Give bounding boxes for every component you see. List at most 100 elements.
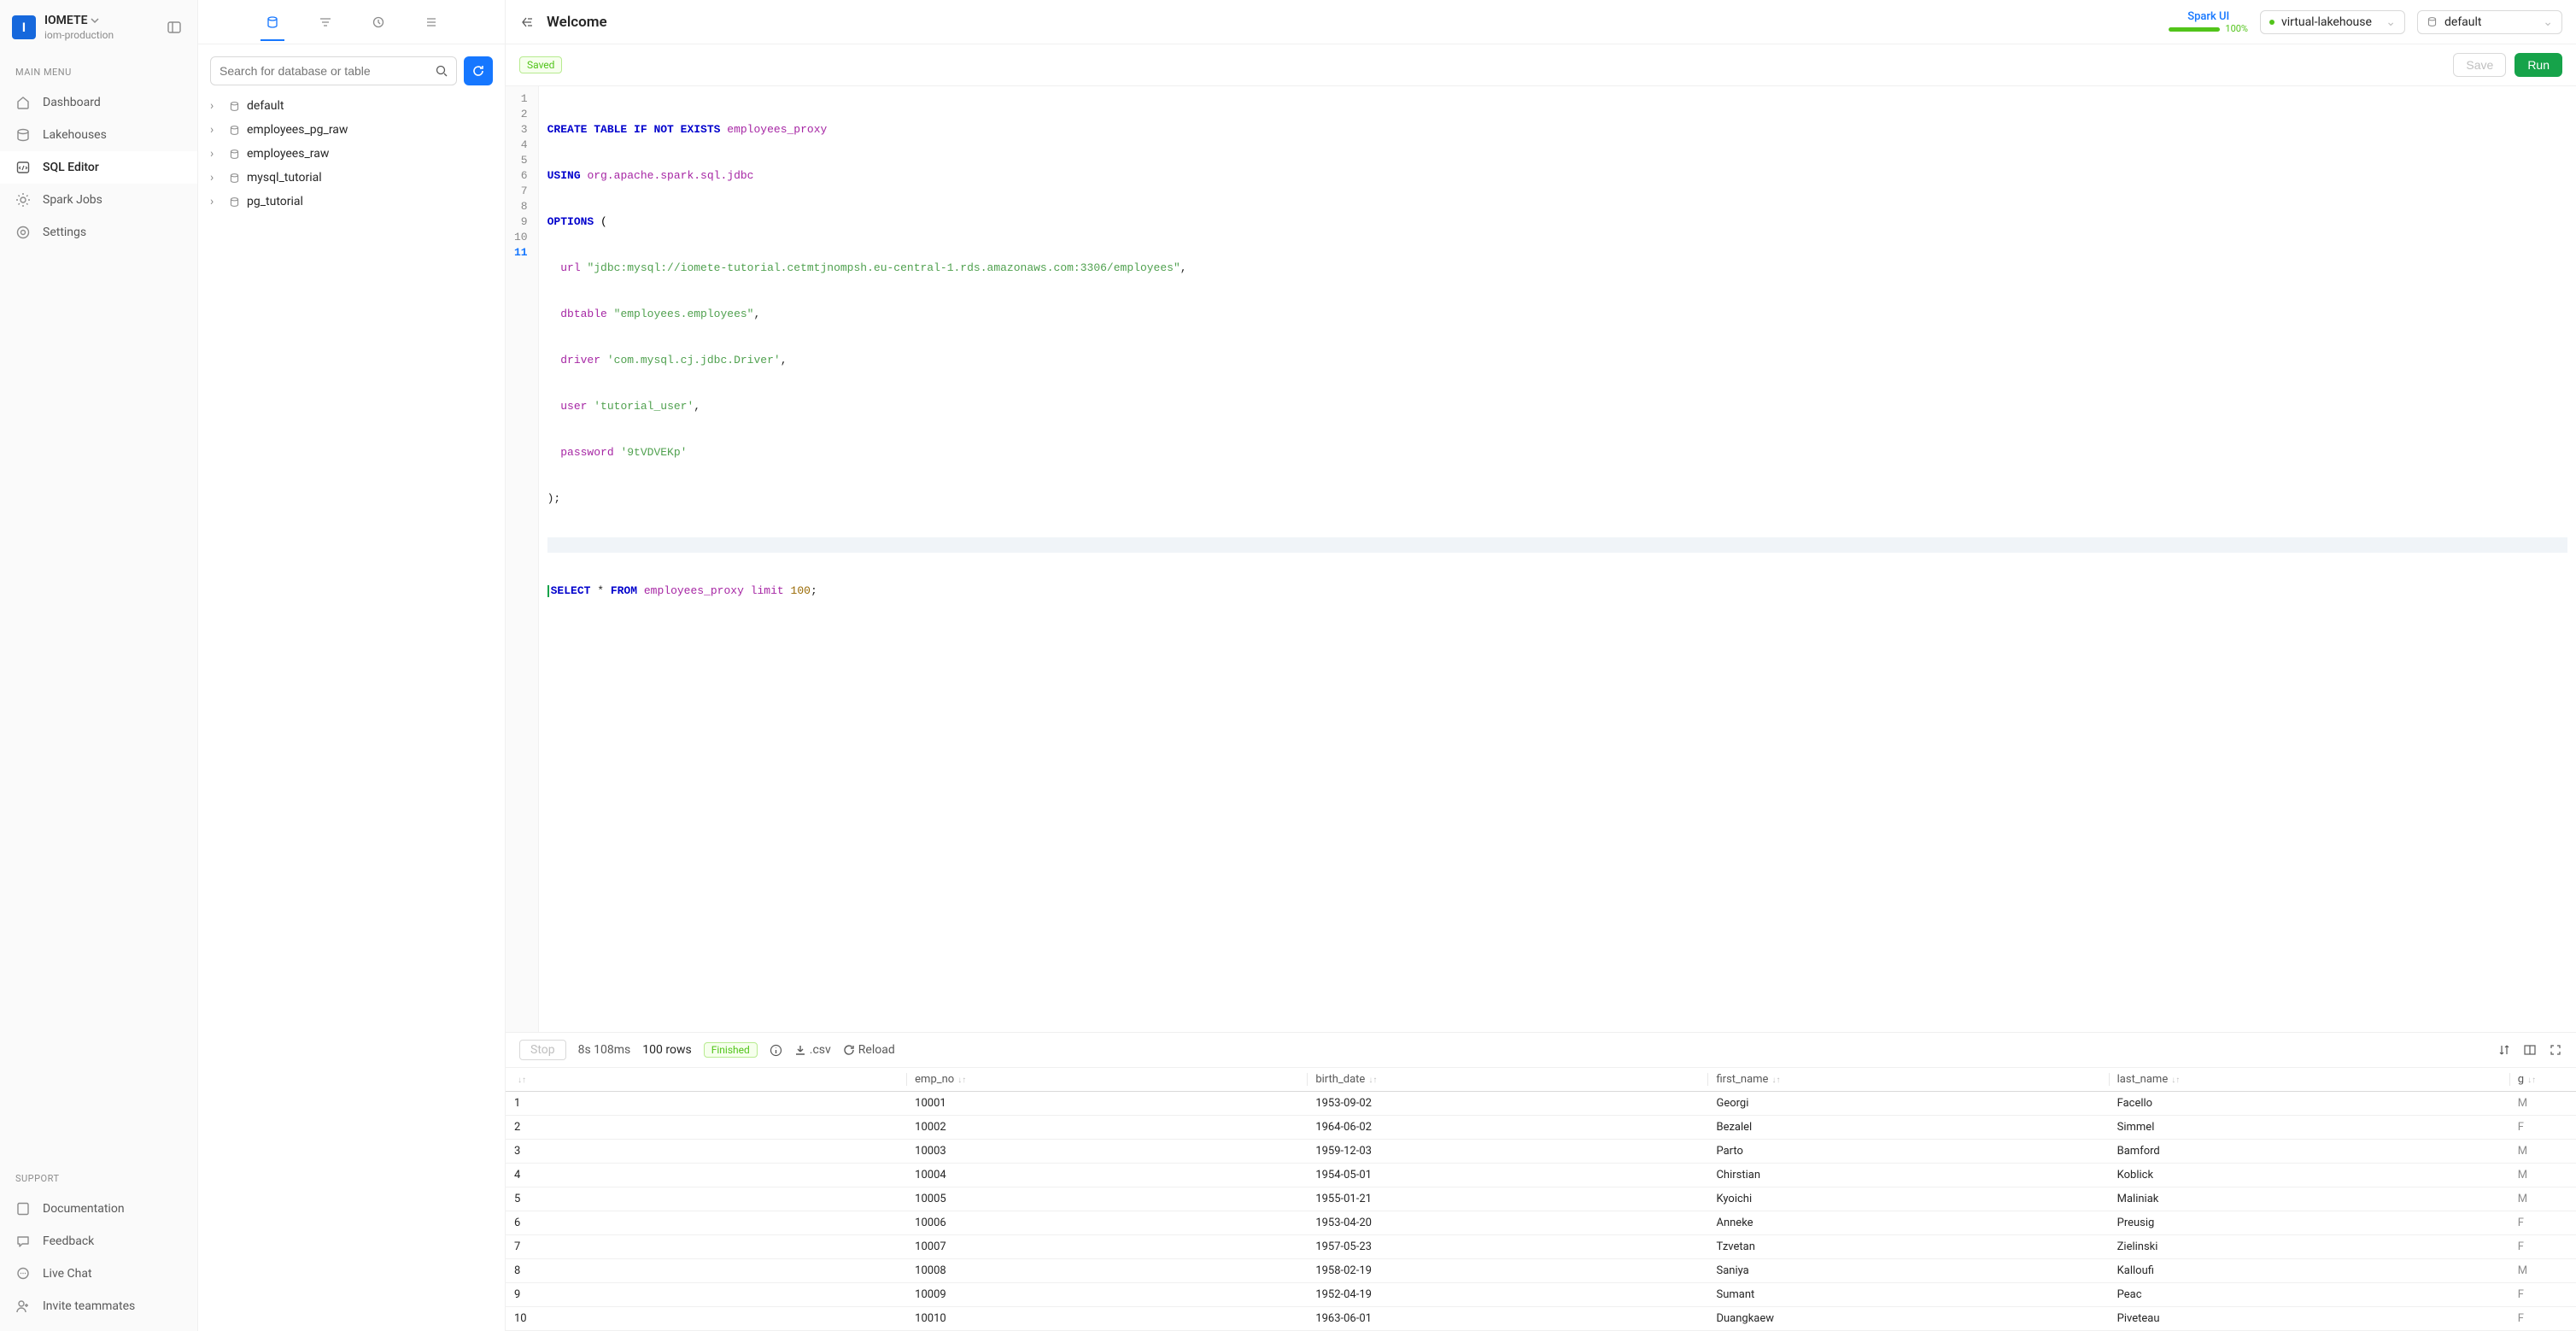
tree-item-label: mysql_tutorial <box>247 171 322 185</box>
database-icon <box>2427 16 2438 27</box>
sidebar-item-lakehouses[interactable]: Lakehouses <box>0 119 197 151</box>
sidebar-item-spark-jobs[interactable]: Spark Jobs <box>0 184 197 216</box>
sort-icon: ↓↑ <box>518 1076 526 1085</box>
table-cell: M <box>2509 1140 2576 1164</box>
browser-tab-list[interactable] <box>419 3 443 41</box>
code-editor[interactable]: 1⌄234567891011 CREATE TABLE IF NOT EXIST… <box>506 86 2576 1032</box>
sort-icon: ↓↑ <box>2171 1076 2180 1085</box>
editor-topbar: Welcome Spark UI 100% virtual-lakehouse … <box>506 0 2576 44</box>
editor-actions: Saved Save Run <box>506 44 2576 86</box>
sort-icon[interactable] <box>2497 1043 2511 1057</box>
info-icon[interactable] <box>770 1044 782 1057</box>
sidebar-item-invite[interactable]: Invite teammates <box>0 1290 197 1322</box>
sidebar-item-live-chat[interactable]: Live Chat <box>0 1258 197 1290</box>
spark-ui-link[interactable]: Spark UI 100% <box>2169 10 2248 34</box>
table-row[interactable]: 3100031959-12-03PartoBamfordM <box>506 1140 2576 1164</box>
browser-tab-databases[interactable] <box>261 3 284 41</box>
reload-icon <box>843 1044 855 1056</box>
column-header[interactable]: emp_no↓↑ <box>906 1068 1307 1092</box>
schema-browser: ›default›employees_pg_raw›employees_raw›… <box>198 0 506 1331</box>
browser-search-input[interactable] <box>220 64 436 78</box>
table-cell: M <box>2509 1092 2576 1116</box>
column-header[interactable]: g↓↑ <box>2509 1068 2576 1092</box>
sidebar-item-sql-editor[interactable]: SQL Editor <box>0 151 197 184</box>
table-cell: Saniya <box>1707 1259 2108 1283</box>
status-dot-icon <box>2269 20 2274 25</box>
column-header[interactable]: ↓↑ <box>506 1068 906 1092</box>
workspace-switcher[interactable]: I IOMETE iom-production <box>0 0 197 50</box>
table-cell: Maliniak <box>2109 1187 2509 1211</box>
sidebar-item-settings[interactable]: Settings <box>0 216 197 249</box>
table-cell: 10009 <box>906 1283 1307 1307</box>
table-cell: 1952-04-19 <box>1307 1283 1707 1307</box>
download-csv-button[interactable]: .csv <box>794 1043 831 1057</box>
table-cell: Tzvetan <box>1707 1235 2108 1259</box>
table-row[interactable]: 8100081958-02-19SaniyaKalloufiM <box>506 1259 2576 1283</box>
chevron-right-icon: › <box>210 147 222 161</box>
table-cell: Facello <box>2109 1092 2509 1116</box>
sidebar-item-feedback[interactable]: Feedback <box>0 1225 197 1258</box>
table-cell: 10001 <box>906 1092 1307 1116</box>
save-button[interactable]: Save <box>2453 53 2506 77</box>
results-table: ↓↑ emp_no↓↑birth_date↓↑first_name↓↑last_n… <box>506 1068 2576 1331</box>
settings-icon <box>15 225 31 240</box>
table-cell: F <box>2509 1307 2576 1331</box>
tree-item[interactable]: ›pg_tutorial <box>203 190 500 214</box>
table-cell: Parto <box>1707 1140 2108 1164</box>
spark-ui-label: Spark UI <box>2169 10 2248 23</box>
table-cell: 10002 <box>906 1116 1307 1140</box>
table-cell: 1955-01-21 <box>1307 1187 1707 1211</box>
table-row[interactable]: 1100011953-09-02GeorgiFacelloM <box>506 1092 2576 1116</box>
sort-icon: ↓↑ <box>1368 1076 1377 1085</box>
table-cell: F <box>2509 1116 2576 1140</box>
query-timing: 8s 108ms <box>578 1043 631 1057</box>
sidebar-item-label: Invite teammates <box>43 1299 135 1313</box>
tree-item[interactable]: ›employees_pg_raw <box>203 118 500 142</box>
table-row[interactable]: 4100041954-05-01ChirstianKoblickM <box>506 1164 2576 1187</box>
column-header[interactable]: last_name↓↑ <box>2109 1068 2509 1092</box>
table-cell: Preusig <box>2109 1211 2509 1235</box>
stop-button[interactable]: Stop <box>519 1040 566 1060</box>
browser-search[interactable] <box>210 56 457 85</box>
layout-icon[interactable] <box>2523 1043 2537 1057</box>
gear-icon <box>15 192 31 208</box>
table-row[interactable]: 10100101963-06-01DuangkaewPiveteauF <box>506 1307 2576 1331</box>
panel-toggle-icon[interactable] <box>163 16 185 38</box>
refresh-button[interactable] <box>464 56 493 85</box>
table-cell: F <box>2509 1283 2576 1307</box>
browser-tab-filters[interactable] <box>313 3 337 41</box>
chevron-right-icon: › <box>210 123 222 137</box>
sidebar-item-documentation[interactable]: Documentation <box>0 1193 197 1225</box>
feedback-icon <box>15 1234 31 1249</box>
sidebar: I IOMETE iom-production MAIN MENU Dashbo… <box>0 0 198 1331</box>
table-cell: F <box>2509 1235 2576 1259</box>
tree-item[interactable]: ›default <box>203 94 500 118</box>
workspace-name: IOMETE <box>44 14 87 27</box>
table-row[interactable]: 9100091952-04-19SumantPeacF <box>506 1283 2576 1307</box>
browser-tab-history[interactable] <box>366 3 390 41</box>
tree-item[interactable]: ›mysql_tutorial <box>203 166 500 190</box>
collapse-icon[interactable] <box>519 15 535 30</box>
table-cell: M <box>2509 1164 2576 1187</box>
table-cell: Chirstian <box>1707 1164 2108 1187</box>
table-cell: 1953-09-02 <box>1307 1092 1707 1116</box>
column-header[interactable]: birth_date↓↑ <box>1307 1068 1707 1092</box>
schema-select[interactable]: default ⌄ <box>2417 10 2562 34</box>
table-row[interactable]: 7100071957-05-23TzvetanZielinskiF <box>506 1235 2576 1259</box>
table-cell: 4 <box>506 1164 906 1187</box>
column-header[interactable]: first_name↓↑ <box>1707 1068 2108 1092</box>
download-icon <box>794 1044 806 1056</box>
refresh-icon <box>471 64 485 78</box>
table-row[interactable]: 2100021964-06-02BezalelSimmelF <box>506 1116 2576 1140</box>
reload-button[interactable]: Reload <box>843 1043 895 1057</box>
sidebar-item-dashboard[interactable]: Dashboard <box>0 86 197 119</box>
fullscreen-icon[interactable] <box>2549 1043 2562 1057</box>
lakehouse-select[interactable]: virtual-lakehouse ⌄ <box>2260 10 2405 34</box>
table-row[interactable]: 5100051955-01-21KyoichiMaliniakM <box>506 1187 2576 1211</box>
support-heading: SUPPORT <box>0 1173 197 1193</box>
table-row[interactable]: 6100061953-04-20AnnekePreusigF <box>506 1211 2576 1235</box>
tree-item[interactable]: ›employees_raw <box>203 142 500 166</box>
browser-tabs <box>198 0 505 44</box>
run-button[interactable]: Run <box>2515 53 2562 77</box>
database-icon <box>229 125 240 136</box>
